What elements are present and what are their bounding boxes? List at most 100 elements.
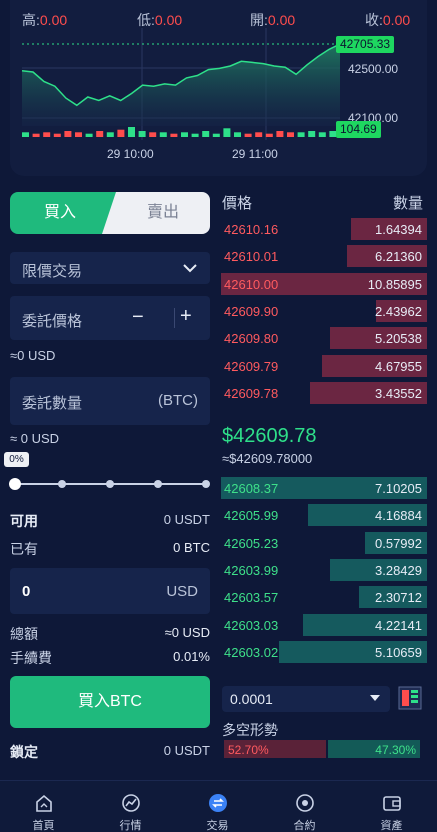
nav-label: 交易 (206, 820, 229, 832)
buy-btc-button[interactable]: 買入BTC (10, 676, 210, 728)
ask-row[interactable]: 42610.01 6.21360 (221, 245, 427, 268)
bid-qty: 0.57992 (375, 535, 422, 551)
current-price-tag: 42705.33 (336, 36, 395, 53)
time-axis-label: 29 11:00 (232, 147, 278, 161)
available-value: 0 USDT (163, 512, 210, 527)
price-area-chart[interactable] (10, 0, 427, 176)
volume-bar (212, 133, 220, 137)
total-input-value: 0 (22, 583, 31, 600)
volume-bar (265, 133, 273, 137)
price-placeholder: 委託價格 (22, 313, 83, 330)
volume-bar (85, 133, 93, 137)
caret-down-icon (370, 695, 380, 701)
ask-price: 42609.80 (224, 331, 279, 347)
total-input[interactable]: 0 USD (10, 568, 210, 614)
orderbook-layout-icon[interactable] (398, 686, 422, 710)
ask-qty: 5.20538 (375, 331, 422, 347)
ask-qty: 3.43552 (375, 385, 422, 401)
bid-row[interactable]: 42605.23 0.57992 (221, 531, 427, 554)
volume-bar (149, 132, 157, 137)
volume-bar (32, 133, 40, 137)
bid-row[interactable]: 42605.99 4.16884 (221, 504, 427, 527)
wallet-icon (382, 796, 401, 811)
ask-price: 42609.90 (224, 303, 279, 319)
volume-bar (244, 133, 252, 137)
volume-bar (128, 127, 135, 137)
ask-price: 42609.78 (224, 385, 279, 401)
volume-bar (117, 129, 125, 137)
fee-value: 0.01% (173, 649, 210, 664)
buy-tab[interactable]: 買入 (10, 192, 124, 234)
bid-row[interactable]: 42603.03 4.22141 (221, 613, 427, 636)
ask-qty: 4.67955 (375, 358, 422, 374)
volume-bar (234, 132, 241, 137)
volume-bar (276, 131, 284, 137)
bid-row[interactable]: 42603.57 2.30712 (221, 586, 427, 609)
ask-row[interactable]: 42609.90 2.43962 (221, 299, 427, 322)
depth-precision-value: 0.0001 (230, 691, 273, 707)
ask-row[interactable]: 42609.78 3.43552 (221, 381, 427, 404)
volume-bar (318, 132, 326, 137)
bid-row[interactable]: 42603.99 3.28429 (221, 558, 427, 581)
volume-bar (308, 131, 316, 137)
bid-price: 42603.02 (224, 644, 279, 660)
slider-stop-75[interactable] (154, 480, 162, 488)
bull-percent: 47.30% (375, 743, 416, 757)
ask-row[interactable]: 42610.00 10.85895 (221, 272, 427, 295)
nav-assets[interactable]: 資產 (348, 781, 435, 832)
bid-row[interactable]: 42608.37 7.10205 (221, 477, 427, 499)
bid-qty: 4.16884 (375, 508, 422, 524)
volume-bar (43, 132, 51, 137)
bid-price: 42603.03 (224, 617, 279, 633)
depth-precision-select[interactable]: 0.0001 (222, 686, 390, 712)
nav-market[interactable]: 行情 (87, 781, 174, 832)
bid-price: 42605.23 (224, 535, 279, 551)
price-chart-card: 高:0.00 低:0.00 開:0.00 收:0.00 42705.33 425… (10, 0, 427, 176)
nav-label: 合約 (293, 820, 316, 832)
slider-handle[interactable] (9, 478, 21, 490)
nav-label: 資產 (380, 820, 403, 832)
slider-stop-100[interactable] (202, 480, 210, 488)
ask-row[interactable]: 42609.80 5.20538 (221, 327, 427, 350)
locked-label: 鎖定 (10, 744, 38, 760)
price-axis-label: 42500.00 (348, 62, 399, 76)
sell-tab[interactable]: 賣出 (102, 192, 210, 234)
slider-stop-50[interactable] (106, 480, 114, 488)
bid-price: 42603.57 (224, 590, 279, 606)
volume-tag: 104.69 (336, 121, 381, 138)
volume-bar (75, 132, 82, 137)
available-label: 可用 (10, 513, 38, 529)
holding-value: 0 BTC (173, 540, 210, 555)
volume-bar (170, 133, 178, 137)
fee-label: 手續費 (10, 650, 52, 666)
last-price: $42609.78 (222, 425, 317, 447)
slider-stop-25[interactable] (58, 480, 66, 488)
ask-qty: 2.43962 (375, 303, 422, 319)
ask-qty: 10.85895 (367, 276, 422, 292)
amount-unit: (BTC) (158, 392, 198, 409)
price-input[interactable]: 委託價格 − + (10, 296, 210, 340)
bid-row[interactable]: 42603.02 5.10659 (221, 640, 427, 663)
nav-home[interactable]: 首頁 (0, 781, 87, 832)
price-area (22, 44, 340, 126)
price-fiat-estimate: ≈0 USD (10, 348, 56, 363)
amount-input[interactable]: 委託數量 (BTC) (10, 377, 210, 425)
ask-row[interactable]: 42609.79 4.67955 (221, 354, 427, 377)
price-plus-button[interactable]: + (180, 305, 192, 328)
price-minus-button[interactable]: − (132, 306, 144, 329)
price-column-header: 價格 (222, 195, 253, 212)
chevron-down-icon (183, 264, 197, 273)
order-type-select[interactable]: 限價交易 (10, 252, 210, 284)
bear-percent: 52.70% (228, 743, 269, 757)
volume-bar (223, 128, 231, 137)
amount-fiat-estimate: ≈ 0 USD (10, 431, 60, 446)
sum-value: ≈0 USD (164, 625, 210, 640)
ask-row[interactable]: 42610.16 1.64394 (221, 218, 427, 240)
volume-bar (53, 133, 61, 137)
divider (174, 308, 175, 328)
order-type-label: 限價交易 (22, 263, 83, 280)
nav-trade[interactable]: 交易 (174, 781, 261, 832)
nav-contract[interactable]: 合約 (261, 781, 348, 832)
volume-bar (297, 132, 305, 137)
volume-bar (287, 132, 294, 137)
